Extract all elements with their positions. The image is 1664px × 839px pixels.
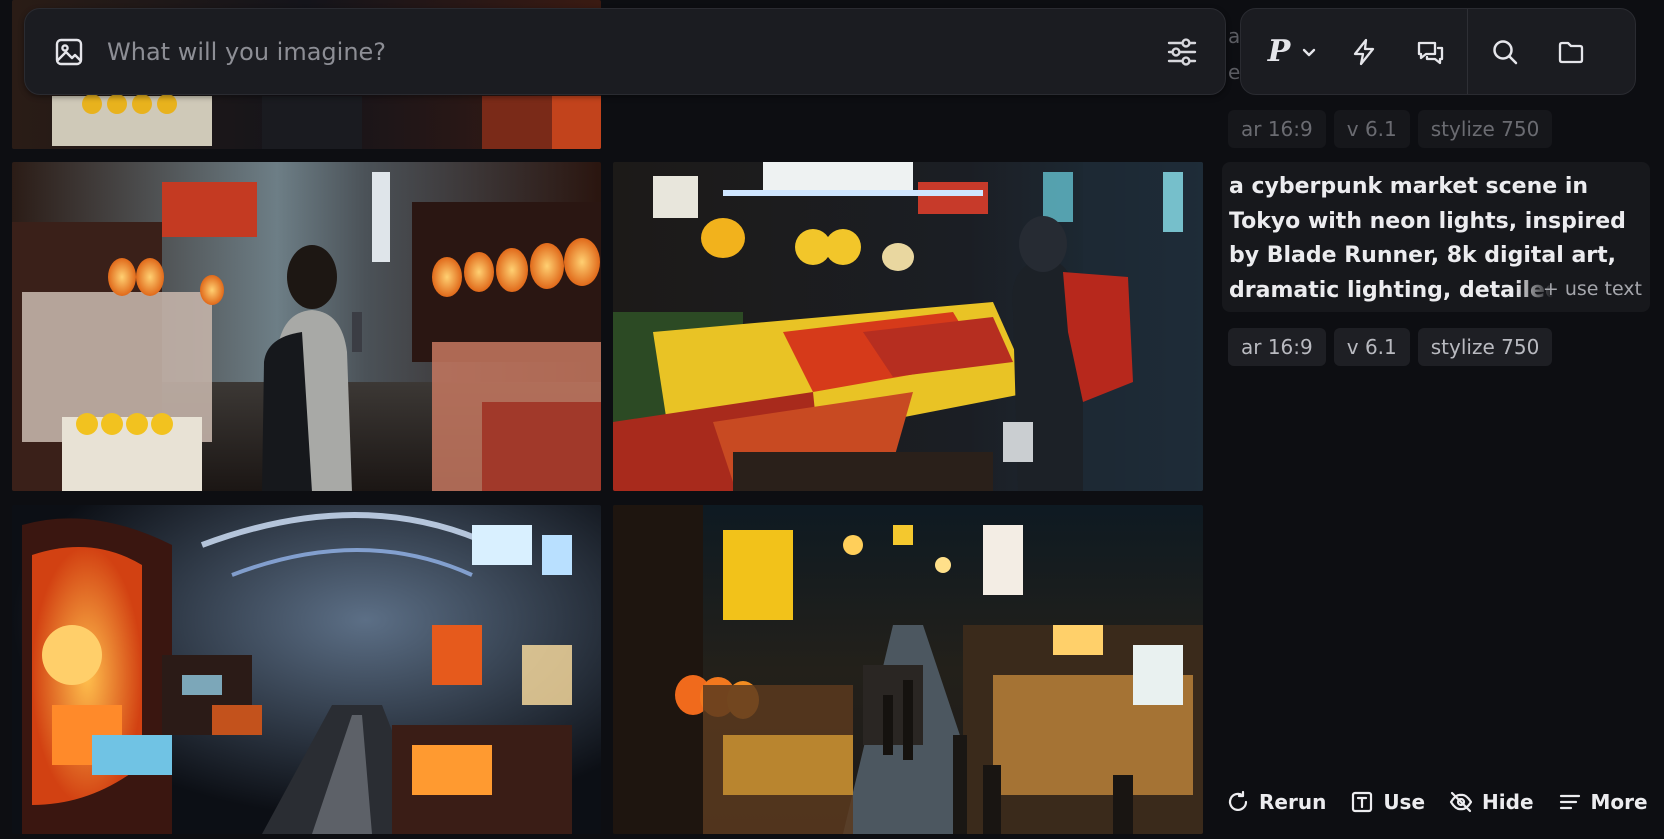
image-icon[interactable] [53,36,85,68]
image-feed: a e P ar 16:9 v 6.1 stylize 750 a [0,0,1664,839]
rerun-button[interactable]: Rerun [1226,790,1326,814]
chat-button[interactable] [1397,9,1463,94]
speed-button[interactable] [1331,9,1397,94]
use-text-button[interactable]: + use text [1514,278,1642,300]
menu-lines-icon [1559,794,1580,810]
more-label: More [1590,790,1648,814]
image-tile-2[interactable] [613,162,1203,491]
toolbar-divider [1467,9,1468,94]
prompt-bar [24,8,1226,95]
parameter-chip[interactable]: stylize 750 [1417,328,1553,366]
parameter-chip[interactable]: stylize 750 [1417,110,1553,148]
profile-dropdown-button[interactable]: P [1241,9,1331,94]
lightning-icon [1353,38,1375,65]
search-button[interactable] [1472,9,1538,94]
settings-sliders-icon[interactable] [1165,35,1199,69]
text-box-icon [1352,791,1373,813]
image-tile-4[interactable] [613,505,1203,834]
prompt-text-panel[interactable]: a cyberpunk market scene in Tokyo with n… [1222,162,1650,312]
action-row: Rerun Use Hide More [1226,790,1664,814]
previous-parameter-chips: ar 16:9 v 6.1 stylize 750 [1228,110,1553,148]
parameter-chip[interactable]: ar 16:9 [1228,110,1326,148]
chat-icon [1417,41,1444,64]
image-tile-3[interactable] [12,505,601,834]
folder-button[interactable] [1538,9,1604,94]
parameter-chip[interactable]: v 6.1 [1333,110,1410,148]
eye-off-icon [1449,791,1473,813]
parameter-chip[interactable]: v 6.1 [1333,328,1410,366]
image-tile-1[interactable] [12,162,601,491]
profile-letter: P [1267,34,1291,69]
previous-prompt-fragment: a [1228,24,1241,48]
search-icon [1493,39,1518,64]
top-toolbar: P [1240,8,1636,95]
parameter-chip[interactable]: ar 16:9 [1228,328,1326,366]
rerun-icon [1228,790,1248,811]
hide-label: Hide [1482,790,1534,814]
parameter-chips: ar 16:9 v 6.1 stylize 750 [1228,328,1553,366]
more-button[interactable]: More [1558,790,1648,814]
chevron-down-icon [1303,48,1316,56]
prompt-input[interactable] [107,37,1165,66]
use-button[interactable]: Use [1350,790,1425,814]
rerun-label: Rerun [1259,790,1327,814]
use-label: Use [1383,790,1426,814]
folder-icon [1558,41,1584,63]
previous-prompt-fragment: e [1228,60,1241,84]
hide-button[interactable]: Hide [1449,790,1534,814]
